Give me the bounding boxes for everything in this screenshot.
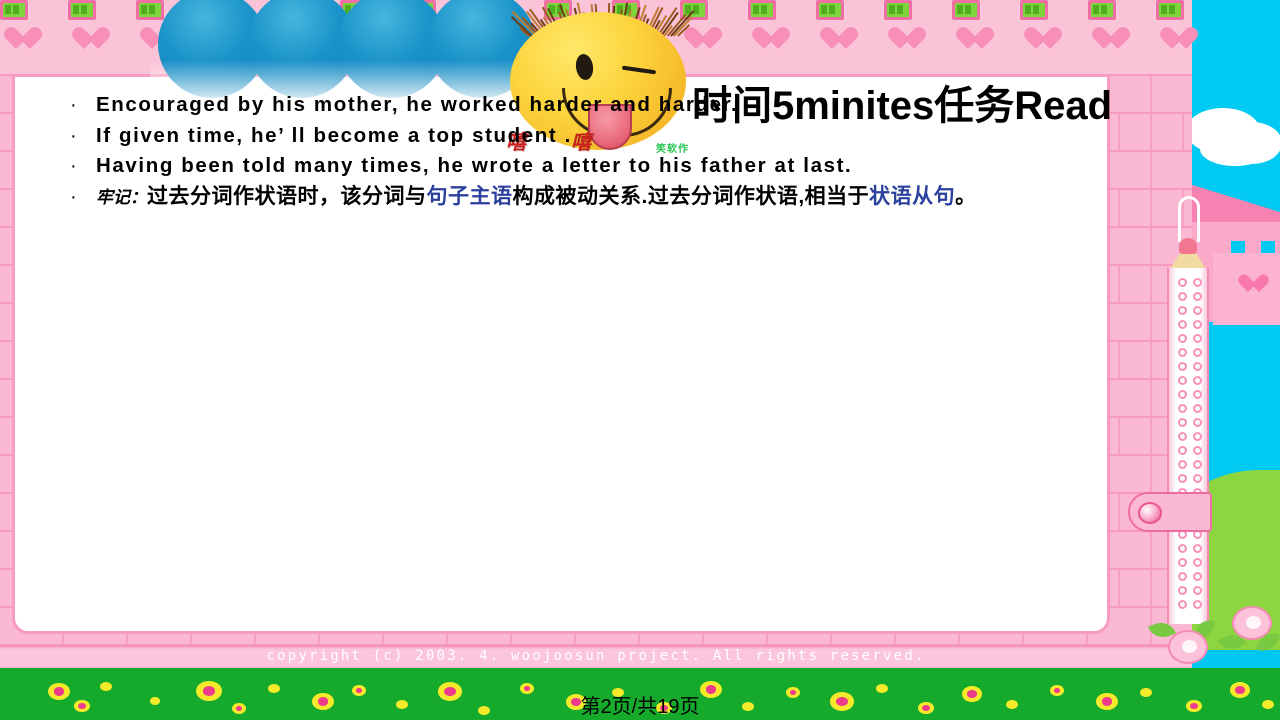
heart-icon [10, 28, 36, 52]
ruler-hole [1178, 334, 1187, 343]
ruler-hole [1193, 376, 1202, 385]
ruler-hole [1193, 572, 1202, 581]
ruler-hole [1193, 320, 1202, 329]
ruler-hole [1193, 390, 1202, 399]
emoji-eye-wink [621, 65, 657, 75]
window-box-icon [1156, 0, 1184, 20]
ruler-hole [1178, 278, 1187, 287]
ruler-hole [1178, 586, 1187, 595]
ruler-hole [1178, 460, 1187, 469]
list-item-note: · 牢记：过去分词作状语时，该分词与句子主语构成被动关系.过去分词作状语,相当于… [70, 184, 1090, 208]
ruler-hole [1193, 334, 1202, 343]
ruler-hole [1178, 320, 1187, 329]
note-part2: 构成被动关系.过去分词作状语,相当于 [512, 184, 870, 208]
ruler-hole [1178, 306, 1187, 315]
window-box-icon [816, 0, 844, 20]
ruler-holes [1169, 272, 1207, 628]
heart-icon [758, 28, 784, 52]
window-box-icon [952, 0, 980, 20]
note-line: 牢记：过去分词作状语时，该分词与句子主语构成被动关系.过去分词作状语,相当于状语… [96, 184, 977, 208]
ruler-hole [1193, 586, 1202, 595]
ruler-hole [1178, 376, 1187, 385]
emoji-eye-open [574, 52, 595, 82]
ruler-hole [1178, 404, 1187, 413]
window-box-icon [748, 0, 776, 20]
ruler-hole [1193, 362, 1202, 371]
heart-icon [1243, 275, 1263, 293]
ruler-icon [1167, 268, 1209, 624]
heart-icon [1030, 28, 1056, 52]
heart-icon [1166, 28, 1192, 52]
ruler-hole [1178, 390, 1187, 399]
ruler-hole [1193, 404, 1202, 413]
ruler-hole [1178, 558, 1187, 567]
window-box-icon [0, 0, 28, 20]
slide-canvas: copyright (c) 2003. 4. woojoosun project… [0, 0, 1280, 720]
note-highlight-1: 句子主语 [426, 184, 513, 208]
window-box-icon [884, 0, 912, 20]
note-label: 牢记： [96, 187, 147, 207]
cloud-icon [1200, 132, 1270, 166]
window-box-icon [1088, 0, 1116, 20]
bullet-marker: · [70, 124, 77, 147]
ruler-hole [1178, 362, 1187, 371]
ruler-hole [1193, 348, 1202, 357]
page-title: 时间5minites任务Read [692, 84, 1113, 128]
ruler-hole [1193, 278, 1202, 287]
heart-icon [78, 28, 104, 52]
ruler-hole [1193, 544, 1202, 553]
latch-icon [1128, 492, 1212, 532]
page-indicator: 第2页/共19页 [580, 696, 700, 718]
ruler-hole [1178, 446, 1187, 455]
heart-icon [962, 28, 988, 52]
ruler-hole [1193, 292, 1202, 301]
pencil-hook [1178, 196, 1200, 242]
ruler-hole [1193, 600, 1202, 609]
heart-icon [826, 28, 852, 52]
heart-icon [1098, 28, 1124, 52]
house-tower [1213, 241, 1280, 325]
ruler-hole [1178, 474, 1187, 483]
ruler-hole [1193, 558, 1202, 567]
ruler-hole [1178, 418, 1187, 427]
list-item: · Having been told many times, he wrote … [70, 155, 1090, 177]
ruler-hole [1193, 306, 1202, 315]
copyright-text: copyright (c) 2003. 4. woojoosun project… [266, 648, 926, 664]
note-part3: 。 [955, 184, 977, 208]
bullet-marker: · [70, 185, 77, 208]
ruler-hole [1178, 572, 1187, 581]
ruler-hole [1178, 348, 1187, 357]
ruler-hole [1193, 460, 1202, 469]
ruler-hole [1178, 432, 1187, 441]
heart-icon [894, 28, 920, 52]
bullet-line-1: Encouraged by his mother, he worked hard… [96, 93, 739, 116]
ruler-hole [1193, 446, 1202, 455]
window-box-icon [68, 0, 96, 20]
ruler-hole [1178, 544, 1187, 553]
note-part1: 过去分词作状语时，该分词与 [147, 184, 427, 208]
ruler-hole [1178, 600, 1187, 609]
bullet-marker: · [70, 155, 77, 178]
ruler-hole [1193, 474, 1202, 483]
ruler-hole [1193, 432, 1202, 441]
bullet-line-2: If given time, he’ ll become a top stude… [96, 123, 572, 147]
window-box-icon [1020, 0, 1048, 20]
bullet-marker: · [70, 94, 77, 116]
note-highlight-2: 状语从句 [869, 184, 956, 208]
pencil-lead [1179, 238, 1197, 254]
ruler-hole [1193, 418, 1202, 427]
ruler-hole [1178, 292, 1187, 301]
bullet-line-3: Having been told many times, he wrote a … [96, 154, 853, 178]
